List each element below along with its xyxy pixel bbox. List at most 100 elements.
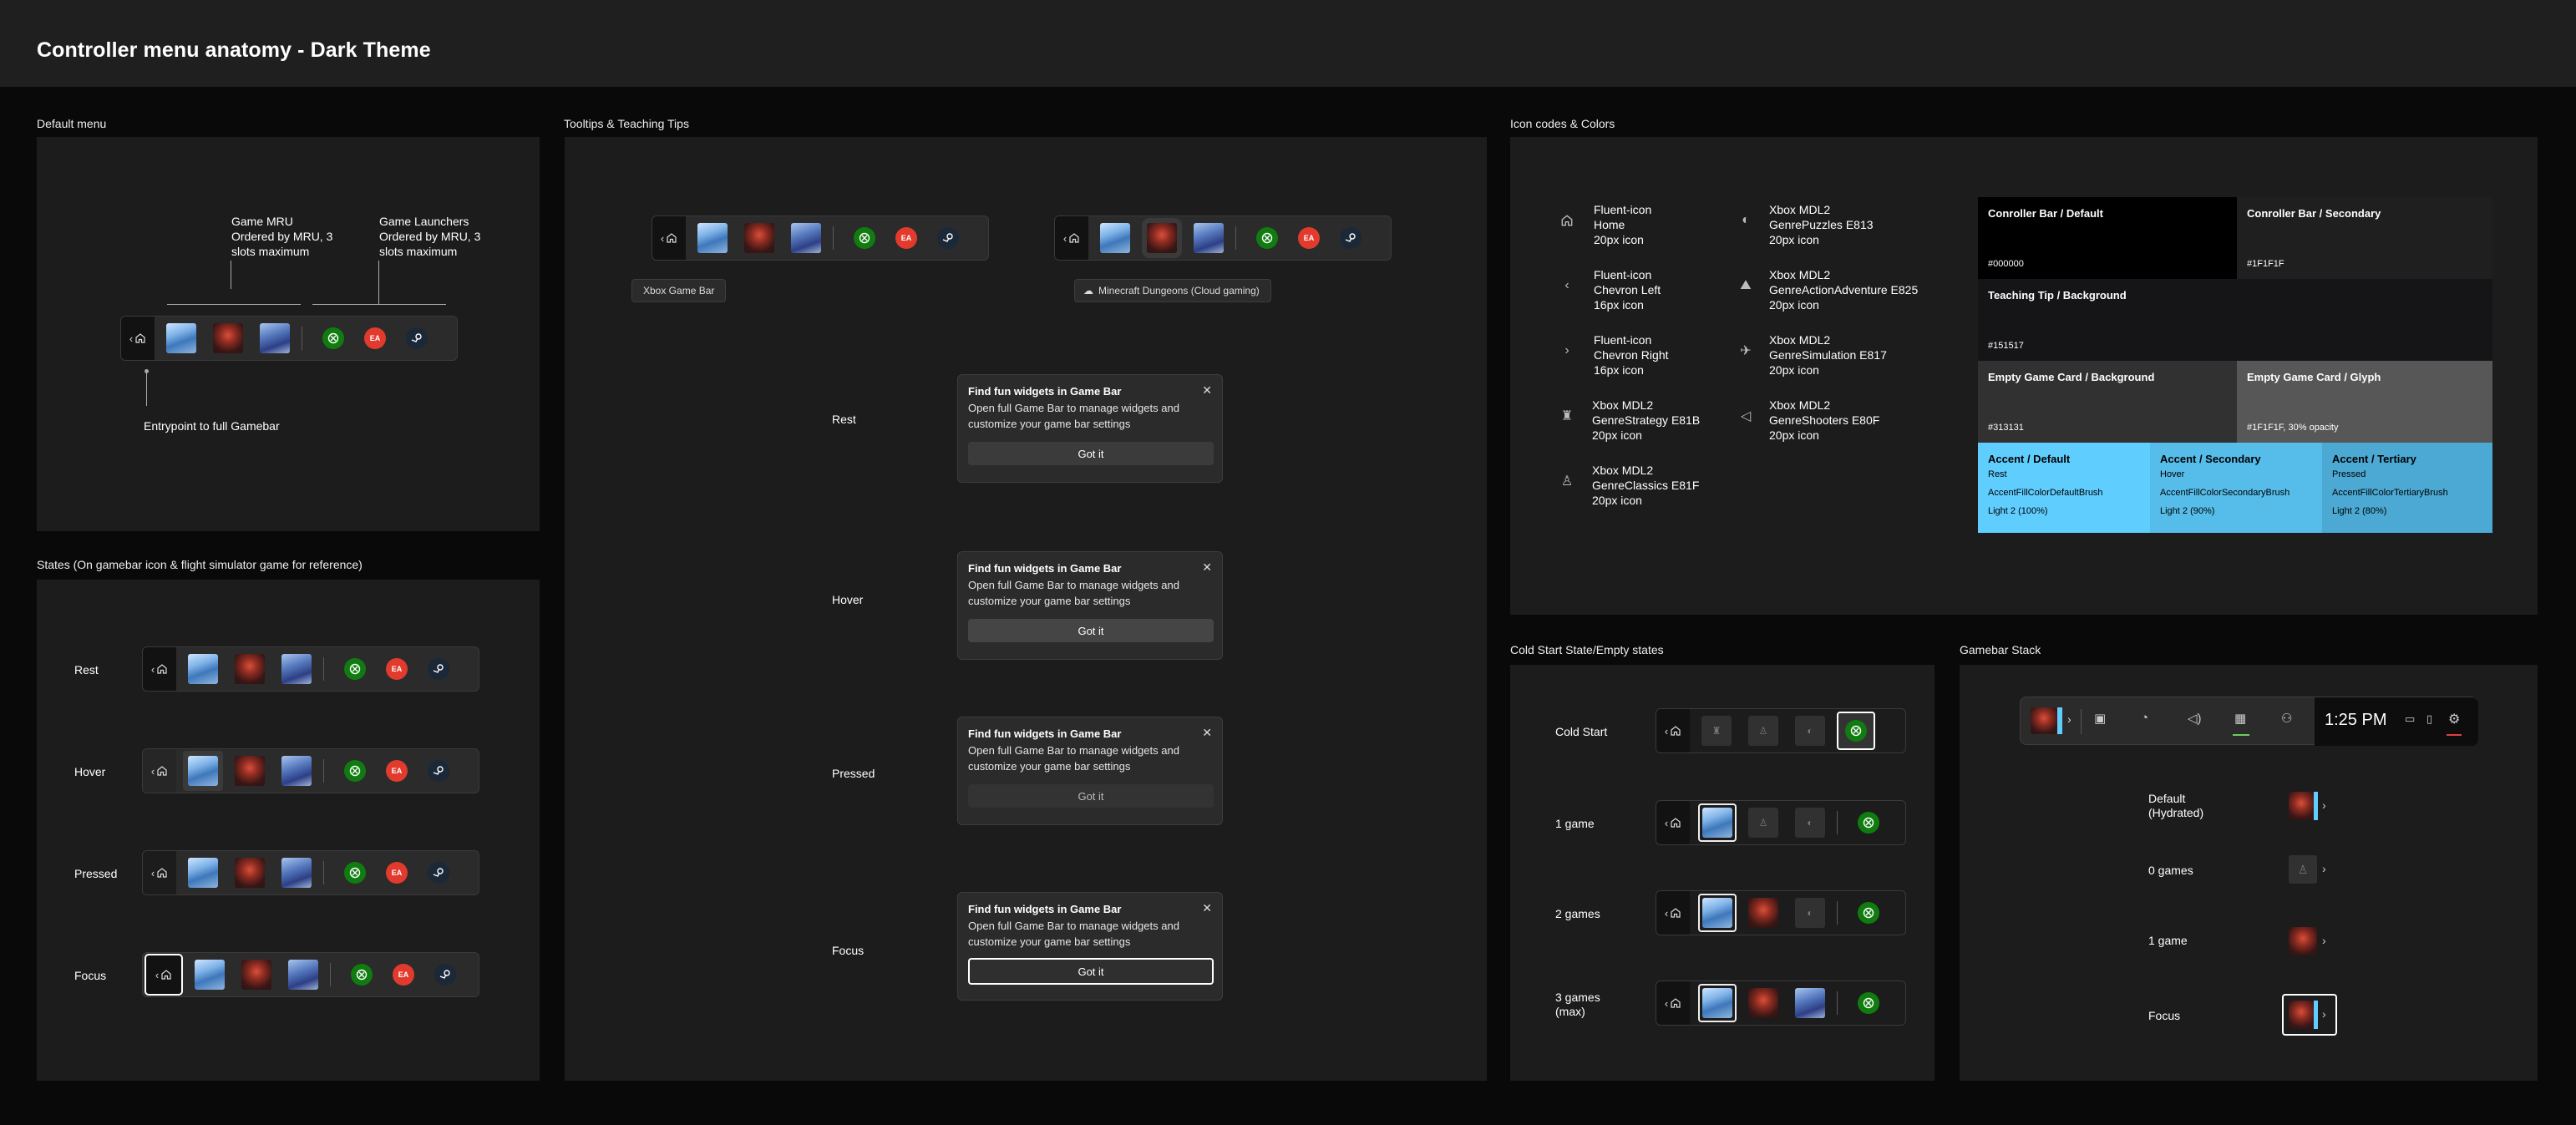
chevron-right-icon[interactable]: › <box>2322 862 2326 875</box>
game-tile-flight[interactable] <box>1702 988 1732 1018</box>
game-tile-flight[interactable] <box>188 858 218 888</box>
game-tile-forza[interactable] <box>1795 988 1825 1018</box>
home-button[interactable]: ‹ <box>143 851 176 894</box>
game-tile-forza[interactable] <box>281 756 312 786</box>
ea-icon[interactable]: EA <box>386 862 408 884</box>
xbox-icon[interactable] <box>1256 227 1278 249</box>
home-button[interactable]: ‹ <box>1656 801 1690 844</box>
capture-icon[interactable]: ▣ <box>2094 711 2106 726</box>
got-it-button[interactable]: Got it <box>968 619 1214 642</box>
game-tile-flight[interactable] <box>195 960 225 990</box>
game-tile-forza[interactable] <box>791 223 821 253</box>
xbox-icon[interactable] <box>351 964 373 986</box>
got-it-button[interactable]: Got it <box>968 442 1214 465</box>
xbox-icon[interactable] <box>1845 720 1867 742</box>
steam-icon[interactable] <box>428 658 449 680</box>
xbox-icon[interactable] <box>1858 992 1879 1014</box>
section-title-cold-start: Cold Start State/Empty states <box>1510 643 1664 656</box>
home-button[interactable]: ‹ <box>121 317 155 360</box>
genre-classics-icon[interactable]: ♙ <box>2289 855 2317 884</box>
chevron-right-icon[interactable]: › <box>2322 934 2326 947</box>
game-tile-dungeons[interactable] <box>1748 988 1778 1018</box>
icon-simulation-name: Xbox MDL2 GenreSimulation E817 <box>1769 333 1887 362</box>
xbox-icon[interactable] <box>322 327 344 349</box>
chevron-right-icon[interactable]: › <box>2322 1007 2326 1021</box>
cold-label-0: Cold Start <box>1555 725 1608 738</box>
selected-tile[interactable] <box>1698 984 1737 1022</box>
tip-state-hover: Hover <box>832 593 864 606</box>
selected-tile[interactable] <box>1698 894 1737 932</box>
steam-icon[interactable] <box>428 760 449 782</box>
game-tile-flight[interactable] <box>166 323 196 353</box>
home-button[interactable]: ‹ <box>652 216 686 260</box>
game-tile-dungeons[interactable] <box>213 323 243 353</box>
close-icon[interactable]: ✕ <box>1202 383 1212 398</box>
steam-icon[interactable] <box>434 964 456 986</box>
audio-icon[interactable]: ◁) <box>2188 711 2202 726</box>
game-tile-forza[interactable] <box>260 323 290 353</box>
steam-icon[interactable] <box>1340 227 1362 249</box>
xbox-icon[interactable] <box>344 658 366 680</box>
swatch-teaching-tip: Teaching Tip / Background #151517 <box>1978 279 2492 361</box>
game-tile-flight[interactable] <box>1702 898 1732 928</box>
selected-tile[interactable] <box>1698 803 1737 842</box>
home-button[interactable]: ‹ <box>1656 709 1690 753</box>
ea-icon[interactable]: EA <box>364 327 386 349</box>
game-tile-dungeons[interactable] <box>235 654 265 684</box>
icon-strategy-size: 20px icon <box>1592 428 1642 442</box>
game-tile-dungeons[interactable] <box>744 223 774 253</box>
widget-icon[interactable]: ▦ <box>2234 711 2246 726</box>
home-button[interactable]: ‹ <box>143 647 176 691</box>
chevron-right-icon[interactable]: › <box>2322 798 2326 812</box>
game-tile-flight[interactable] <box>1100 223 1130 253</box>
game-tile-forza[interactable] <box>281 654 312 684</box>
ea-icon[interactable]: EA <box>386 658 408 680</box>
steam-icon[interactable] <box>428 862 449 884</box>
xbox-icon[interactable] <box>344 760 366 782</box>
social-icon[interactable]: ⚇ <box>2281 711 2292 726</box>
home-button[interactable]: ‹ <box>143 749 176 793</box>
steam-icon[interactable] <box>406 327 428 349</box>
game-tile-flight[interactable] <box>188 756 218 786</box>
performance-icon[interactable]: ◔ <box>2141 711 2148 725</box>
swatch-brush: AccentFillColorDefaultBrush <box>1988 488 2103 498</box>
xbox-focus-tile[interactable] <box>1837 712 1875 750</box>
controller-bar: ‹ EA <box>120 316 458 361</box>
ea-icon[interactable]: EA <box>386 760 408 782</box>
game-tile-forza[interactable] <box>281 858 312 888</box>
game-tile-dungeons[interactable] <box>2031 707 2057 734</box>
game-tile-dungeons[interactable] <box>241 960 271 990</box>
game-tile-dungeons[interactable] <box>235 858 265 888</box>
ea-icon[interactable]: EA <box>393 964 414 986</box>
ea-icon[interactable]: EA <box>1298 227 1320 249</box>
game-tile-dungeons[interactable] <box>235 756 265 786</box>
ea-icon[interactable]: EA <box>895 227 917 249</box>
game-tile-dungeons[interactable] <box>2289 1001 2314 1029</box>
xbox-icon[interactable] <box>1858 812 1879 834</box>
xbox-icon[interactable] <box>854 227 875 249</box>
steam-icon[interactable] <box>937 227 959 249</box>
game-tile-flight[interactable] <box>188 654 218 684</box>
game-tile-dungeons[interactable] <box>1142 218 1182 258</box>
chevron-right-icon[interactable]: › <box>2067 712 2071 726</box>
home-button[interactable]: ‹ <box>1656 981 1690 1025</box>
xbox-icon[interactable] <box>344 862 366 884</box>
game-tile-forza[interactable] <box>288 960 318 990</box>
close-icon[interactable]: ✕ <box>1202 726 1212 740</box>
home-button[interactable]: ‹ <box>1656 891 1690 935</box>
home-button[interactable]: ‹ <box>1055 216 1088 260</box>
game-tile-dungeons[interactable] <box>2289 792 2314 820</box>
game-tile-flight[interactable] <box>1702 808 1732 838</box>
game-tile-dungeons[interactable] <box>2289 927 2317 955</box>
genre-shooters-icon: ◁ <box>1740 409 1752 423</box>
close-icon[interactable]: ✕ <box>1202 901 1212 915</box>
xbox-icon[interactable] <box>1858 902 1879 924</box>
home-button[interactable]: ‹ <box>145 954 183 996</box>
game-tile-flight[interactable] <box>697 223 728 253</box>
got-it-button[interactable]: Got it <box>968 784 1214 808</box>
game-tile-forza[interactable] <box>1194 223 1224 253</box>
game-tile-dungeons[interactable] <box>1748 898 1778 928</box>
got-it-button[interactable]: Got it <box>968 958 1214 985</box>
gear-icon[interactable]: ⚙ <box>2448 711 2460 727</box>
close-icon[interactable]: ✕ <box>1202 560 1212 575</box>
